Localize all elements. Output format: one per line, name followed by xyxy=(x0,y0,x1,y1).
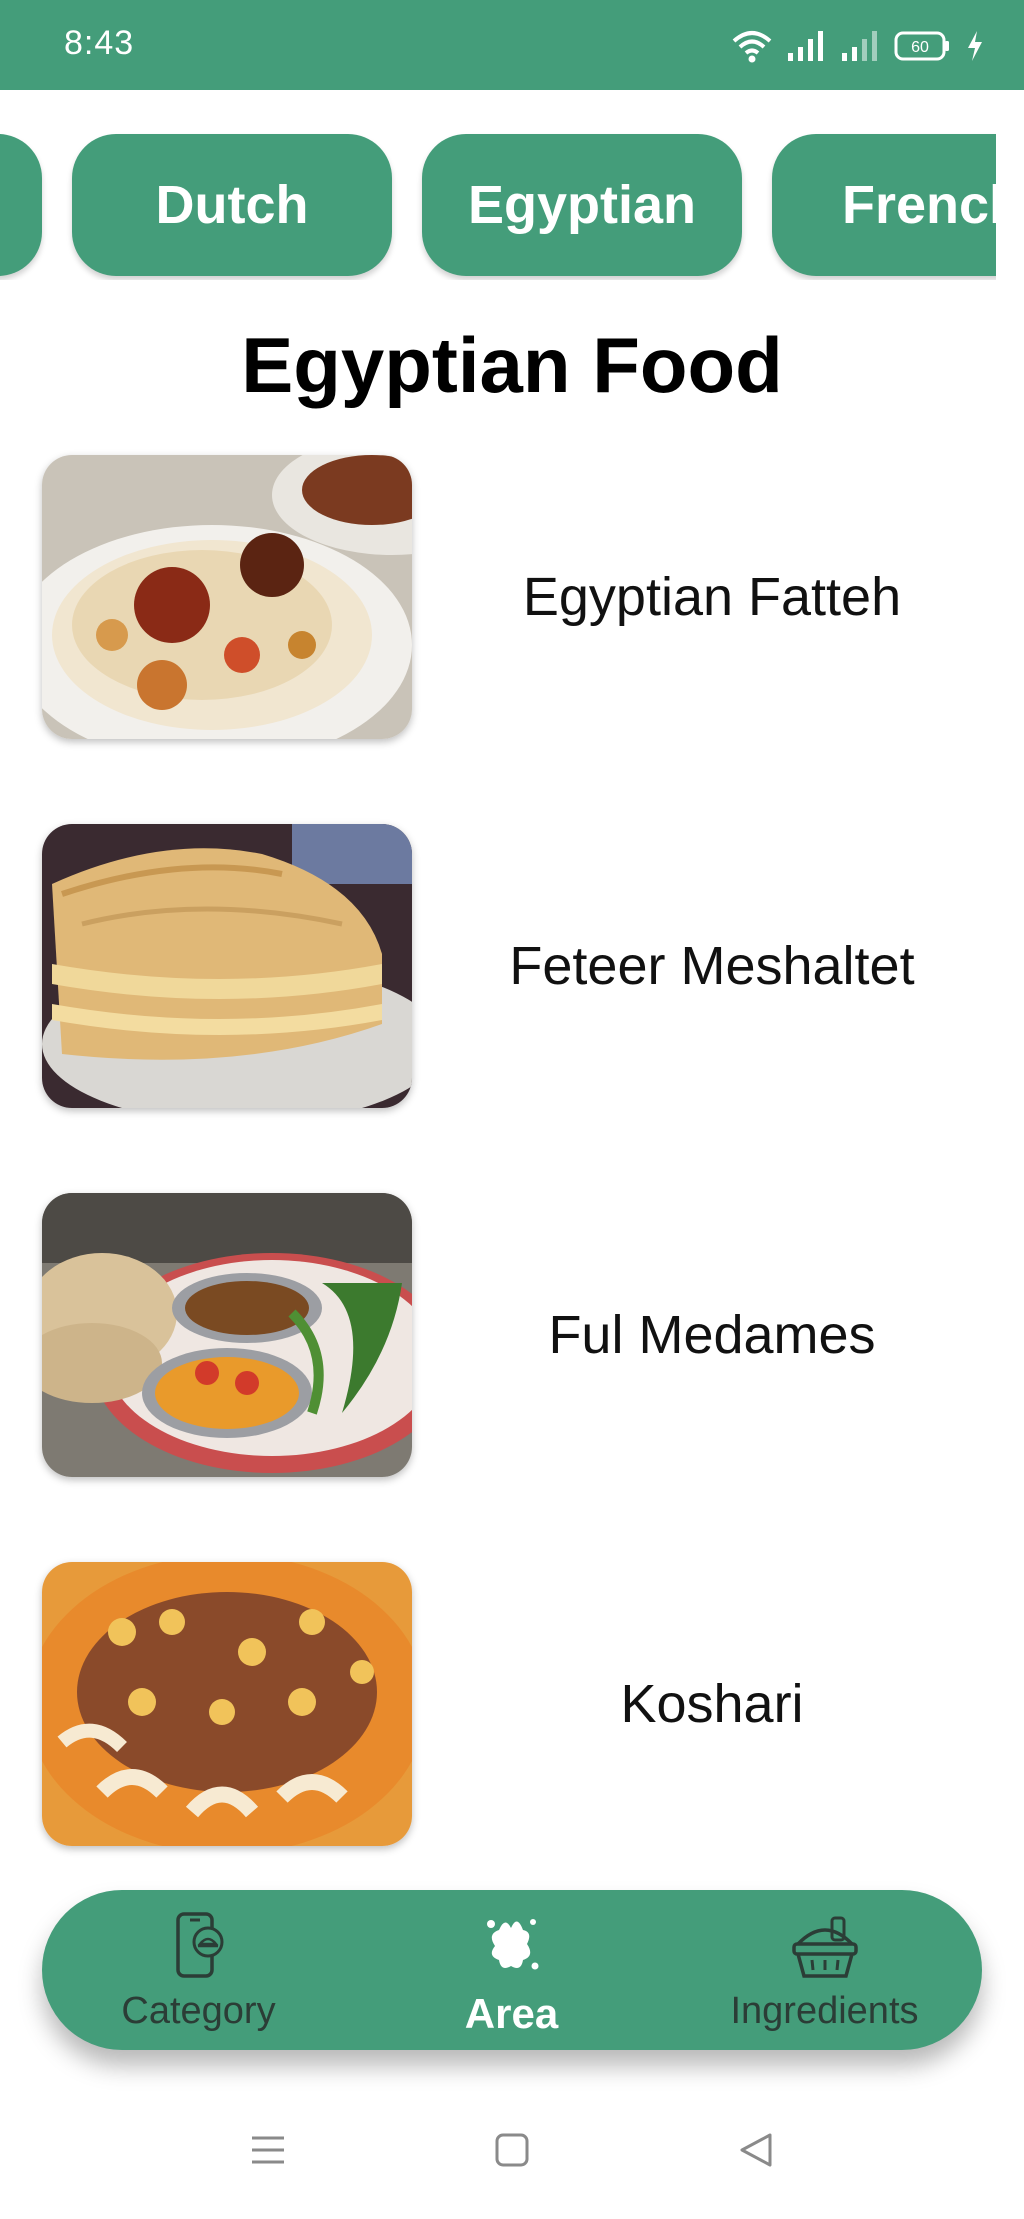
meal-name: Egyptian Fatteh xyxy=(522,567,902,627)
meal-item-ful-medames[interactable]: Ful Medames xyxy=(0,1193,1024,1479)
wifi-icon xyxy=(732,31,772,63)
ful-medames-image xyxy=(42,1193,412,1477)
nav-label: Area xyxy=(464,1990,559,2037)
feteer-image xyxy=(42,824,412,1108)
home-icon[interactable] xyxy=(492,2130,532,2170)
menu-icon[interactable] xyxy=(248,2130,288,2170)
nav-item-ingredients[interactable]: Ingredients xyxy=(668,1890,981,2050)
page-title: Egyptian Food xyxy=(241,321,783,409)
area-chip-dutch[interactable]: Dutch xyxy=(72,134,392,276)
strip-edge xyxy=(996,130,1024,280)
fatteh-image xyxy=(42,455,412,739)
meal-item-egyptian-fatteh[interactable]: Egyptian Fatteh xyxy=(0,455,1024,741)
nav-label: Category xyxy=(121,1990,276,2032)
meal-thumbnail[interactable] xyxy=(42,1193,412,1477)
area-chip-french[interactable]: French xyxy=(772,134,1024,276)
status-bar: 8:43 60 xyxy=(0,0,1024,90)
area-chip-egyptian[interactable]: Egyptian xyxy=(422,134,742,276)
meal-thumbnail[interactable] xyxy=(42,824,412,1108)
meal-name: Feteer Meshaltet xyxy=(509,936,915,996)
phone-food-icon xyxy=(175,1912,223,1978)
meal-name: Koshari xyxy=(620,1674,804,1734)
nav-item-category[interactable]: Category xyxy=(42,1890,355,2050)
area-chip-strip[interactable]: Dutch Egyptian French xyxy=(0,130,1024,280)
nav-item-area[interactable]: Area xyxy=(355,1890,668,2050)
signal-icon xyxy=(788,31,823,61)
nav-label: Ingredients xyxy=(730,1990,919,2032)
bottom-nav: Category Area Ingredients xyxy=(42,1890,982,2050)
back-icon[interactable] xyxy=(736,2130,776,2170)
koshari-image xyxy=(42,1562,412,1846)
status-icons: 60 xyxy=(732,26,984,66)
area-splash-icon xyxy=(486,1919,538,1970)
meal-item-koshari[interactable]: Koshari xyxy=(0,1562,1024,1848)
meal-item-feteer-meshaltet[interactable]: Feteer Meshaltet xyxy=(0,824,1024,1110)
battery-icon: 60 xyxy=(894,31,949,61)
charging-icon xyxy=(968,31,982,61)
area-chip[interactable] xyxy=(0,134,42,276)
grocery-basket-icon xyxy=(791,1916,858,1978)
status-time: 8:43 xyxy=(64,24,135,62)
meal-thumbnail[interactable] xyxy=(42,1562,412,1846)
system-nav-bar xyxy=(0,2100,1024,2219)
meal-thumbnail[interactable] xyxy=(42,455,412,739)
battery-level: 60 xyxy=(911,39,929,56)
signal-weak-icon xyxy=(842,31,877,61)
meal-name: Ful Medames xyxy=(548,1305,876,1365)
